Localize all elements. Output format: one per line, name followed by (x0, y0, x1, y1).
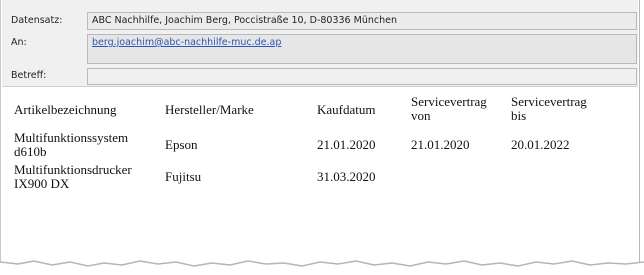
column-header-servicevertrag-bis: Servicevertrag bis (511, 95, 621, 131)
cell-servicevertrag-bis (511, 163, 621, 195)
datensatz-field[interactable]: ABC Nachhilfe, Joachim Berg, Poccistraße… (87, 12, 637, 30)
an-label: An: (11, 37, 27, 48)
table-row: Multifunktionssystem d610b Epson 21.01.20… (14, 131, 621, 163)
column-header-artikel: Artikelbezeichnung (14, 102, 117, 117)
cell-hersteller: Epson (165, 137, 198, 152)
cell-servicevertrag-bis: 20.01.2022 (511, 137, 570, 152)
cell-servicevertrag-von (411, 163, 511, 195)
cell-kaufdatum: 31.03.2020 (317, 169, 376, 184)
table-header-row: Artikelbezeichnung Hersteller/Marke Kauf… (14, 95, 621, 131)
cell-artikel-line2: d610b (14, 144, 47, 159)
email-header: Datensatz: ABC Nachhilfe, Joachim Berg, … (2, 0, 638, 86)
recipient-field[interactable]: berg.joachim@abc-nachhilfe-muc.de.ap (87, 34, 637, 64)
column-header-von-line1: Servicevertrag (411, 94, 487, 109)
datensatz-value: ABC Nachhilfe, Joachim Berg, Poccistraße… (92, 15, 397, 26)
items-table: Artikelbezeichnung Hersteller/Marke Kauf… (14, 95, 621, 195)
column-header-hersteller: Hersteller/Marke (165, 102, 254, 117)
subject-input[interactable] (87, 68, 637, 85)
betreff-label: Betreff: (11, 70, 47, 81)
column-header-bis-line1: Servicevertrag (511, 94, 587, 109)
recipient-email-link[interactable]: berg.joachim@abc-nachhilfe-muc.de.ap (92, 37, 281, 48)
cell-hersteller: Fujitsu (165, 169, 202, 184)
cell-artikel-line1: Multifunktionsdrucker (14, 162, 132, 177)
column-header-bis-line2: bis (511, 108, 527, 123)
column-header-servicevertrag-von: Servicevertrag von (411, 95, 511, 131)
cell-artikel-line1: Multifunktionssystem (14, 130, 129, 145)
cell-servicevertrag-von: 21.01.2020 (411, 137, 470, 152)
cell-kaufdatum: 21.01.2020 (317, 137, 376, 152)
column-header-von-line2: von (411, 108, 431, 123)
cell-artikel: Multifunktionssystem d610b (14, 131, 165, 163)
cell-artikel: Multifunktionsdrucker IX900 DX (14, 163, 165, 195)
table-row: Multifunktionsdrucker IX900 DX Fujitsu 31… (14, 163, 621, 195)
email-window: Datensatz: ABC Nachhilfe, Joachim Berg, … (0, 0, 640, 262)
datensatz-label: Datensatz: (11, 15, 63, 26)
torn-edge-decoration (0, 260, 644, 275)
email-body[interactable]: Artikelbezeichnung Hersteller/Marke Kauf… (2, 87, 638, 262)
column-header-kaufdatum: Kaufdatum (317, 102, 376, 117)
cell-artikel-line2: IX900 DX (14, 176, 70, 191)
